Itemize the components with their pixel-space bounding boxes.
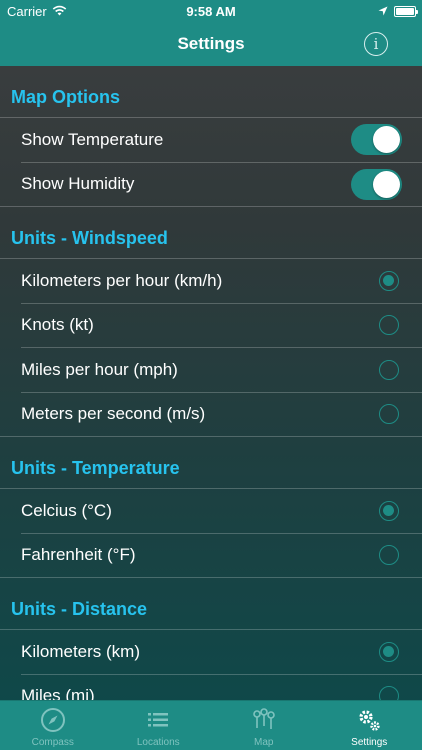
battery-icon bbox=[394, 5, 418, 17]
toggle-knob bbox=[373, 126, 400, 154]
row-label: Show Humidity bbox=[21, 174, 135, 194]
map-pins-icon bbox=[252, 708, 275, 729]
row-show-humidity: Show Humidity bbox=[0, 163, 422, 207]
list-icon bbox=[148, 713, 169, 727]
info-icon: i bbox=[373, 35, 379, 53]
location-arrow-icon bbox=[378, 4, 388, 19]
section-header-windspeed: Units - Windspeed bbox=[0, 207, 422, 259]
wifi-icon bbox=[52, 4, 67, 19]
page-title: Settings bbox=[177, 34, 245, 53]
tab-compass[interactable]: Compass bbox=[0, 701, 106, 750]
row-label: Knots (kt) bbox=[21, 315, 94, 335]
row-temperature-celcius[interactable]: Celcius (°C) bbox=[21, 489, 422, 534]
row-windspeed-mph[interactable]: Miles per hour (mph) bbox=[21, 348, 422, 393]
row-windspeed-kmh[interactable]: Kilometers per hour (km/h) bbox=[21, 259, 422, 304]
section-header-temperature: Units - Temperature bbox=[0, 437, 422, 489]
tab-label: Locations bbox=[136, 737, 180, 748]
radio-temperature-celcius[interactable] bbox=[379, 500, 399, 521]
radio-temperature-fahrenheit[interactable] bbox=[379, 545, 399, 566]
row-label: Show Temperature bbox=[21, 129, 164, 149]
show-temperature-toggle[interactable] bbox=[351, 124, 402, 156]
radio-windspeed-kmh[interactable] bbox=[379, 270, 399, 291]
row-label: Fahrenheit (°F) bbox=[21, 545, 136, 565]
radio-windspeed-mph[interactable] bbox=[379, 359, 399, 380]
tab-settings[interactable]: Settings bbox=[317, 701, 422, 750]
row-label: Celcius (°C) bbox=[21, 500, 112, 520]
settings-list[interactable]: Map Options Show Temperature Show Humidi… bbox=[0, 66, 422, 700]
row-label: Meters per second (m/s) bbox=[21, 404, 206, 424]
settings-screen: Carrier 9:58 AM Settings i Map Options S… bbox=[0, 0, 422, 750]
tab-label: Settings bbox=[351, 737, 388, 748]
status-left: Carrier bbox=[7, 4, 67, 19]
row-distance-km[interactable]: Kilometers (km) bbox=[21, 630, 422, 675]
tab-bar: Compass Locations Map Settings bbox=[0, 700, 422, 750]
row-label: Miles per hour (mph) bbox=[21, 359, 178, 379]
row-label: Kilometers (km) bbox=[21, 641, 141, 661]
tab-locations[interactable]: Locations bbox=[106, 701, 212, 750]
navigation-bar: Settings i bbox=[0, 22, 422, 66]
section-header-distance: Units - Distance bbox=[0, 578, 422, 630]
row-label: Miles (mi) bbox=[21, 686, 95, 700]
gears-icon bbox=[359, 710, 380, 731]
row-windspeed-kt[interactable]: Knots (kt) bbox=[21, 304, 422, 348]
tab-map[interactable]: Map bbox=[211, 701, 317, 750]
status-right bbox=[378, 4, 418, 19]
row-windspeed-ms[interactable]: Meters per second (m/s) bbox=[0, 393, 422, 437]
info-button[interactable]: i bbox=[364, 32, 388, 56]
row-label: Kilometers per hour (km/h) bbox=[21, 270, 223, 290]
radio-distance-km[interactable] bbox=[379, 641, 399, 662]
tab-label: Map bbox=[254, 737, 274, 748]
compass-icon bbox=[40, 708, 65, 732]
section-header-map-options: Map Options bbox=[0, 66, 422, 118]
tab-label: Compass bbox=[31, 737, 74, 748]
radio-windspeed-ms[interactable] bbox=[379, 404, 399, 425]
carrier-label: Carrier bbox=[7, 3, 47, 19]
row-show-temperature: Show Temperature bbox=[21, 118, 422, 163]
toggle-knob bbox=[373, 170, 400, 198]
row-temperature-fahrenheit[interactable]: Fahrenheit (°F) bbox=[0, 534, 422, 578]
show-humidity-toggle[interactable] bbox=[351, 168, 402, 200]
radio-windspeed-kt[interactable] bbox=[379, 315, 399, 336]
row-distance-mi[interactable]: Miles (mi) bbox=[0, 675, 422, 700]
radio-distance-mi[interactable] bbox=[379, 686, 399, 700]
status-bar: Carrier 9:58 AM bbox=[0, 0, 422, 22]
